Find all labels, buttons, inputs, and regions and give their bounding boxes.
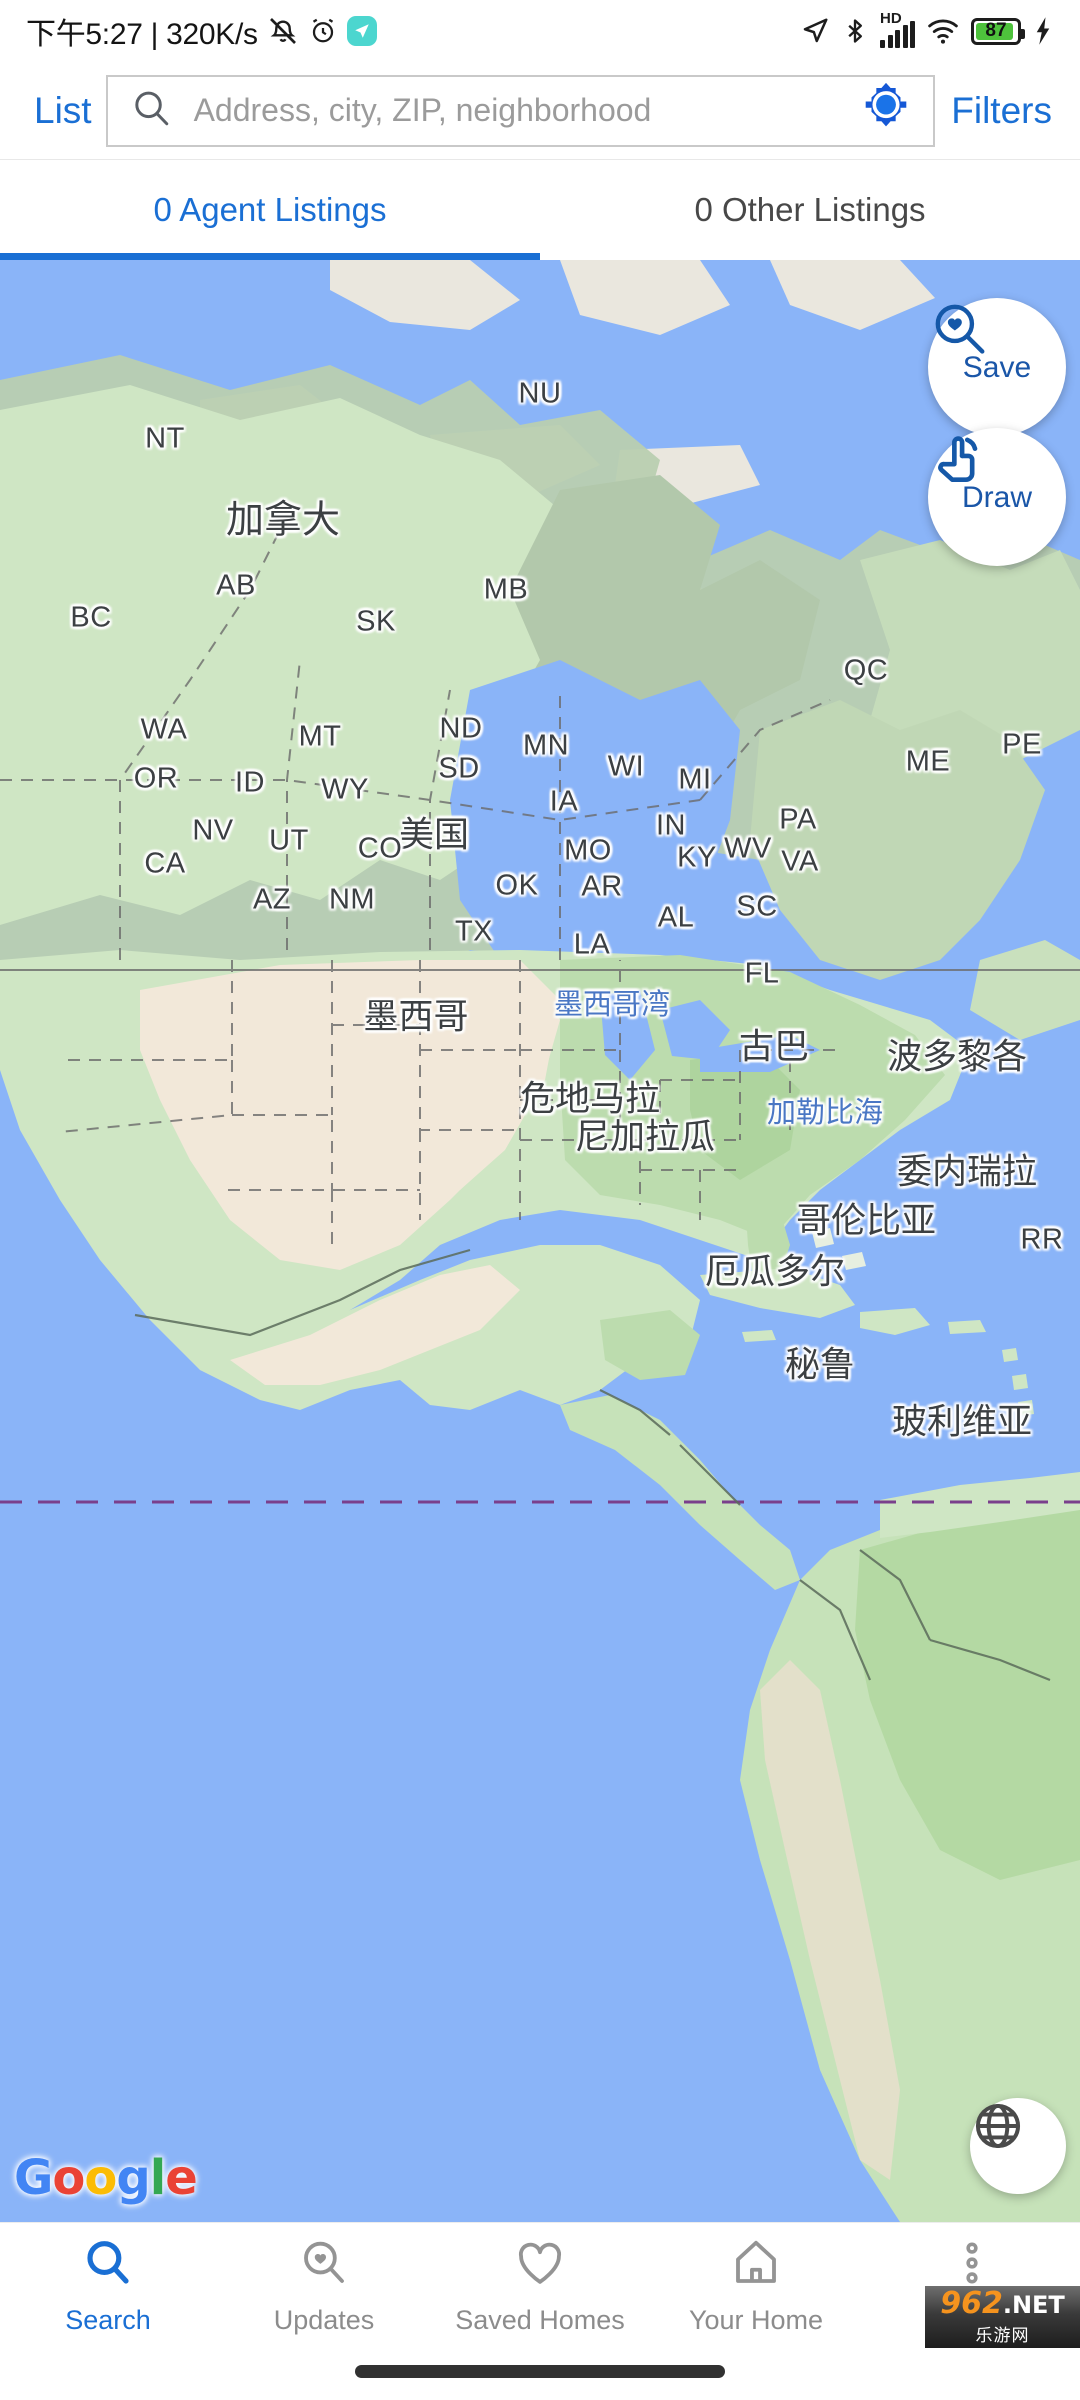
app-root: 下午5:27 | 320K/s HD 87 List Address, city…	[0, 0, 1080, 2400]
nav-label-your-home: Your Home	[688, 2305, 824, 2335]
search-header: List Address, city, ZIP, neighborhood Fi…	[0, 62, 1080, 159]
status-time: 下午5:27 | 320K/s	[26, 18, 258, 51]
map-canvas[interactable]: NU NT 加拿大 AB MB BC SK QC WA MT ND PE MN ME OR ID SD WI MI W…	[0, 260, 1080, 2222]
site-watermark: 962.NET 乐游网	[925, 2286, 1080, 2348]
tab-other-listings[interactable]: 0 Other Listings	[540, 160, 1080, 260]
gesture-bar[interactable]	[355, 2365, 725, 2378]
map-geometry	[0, 260, 1080, 2222]
search-input[interactable]: Address, city, ZIP, neighborhood	[194, 92, 848, 129]
home-icon	[729, 2233, 783, 2293]
hd-label: HD	[880, 10, 902, 27]
save-map-button[interactable]: Save	[928, 298, 1066, 436]
signal-bars-icon: HD	[880, 10, 915, 48]
heart-icon	[513, 2233, 567, 2293]
filters-button[interactable]: Filters	[935, 90, 1080, 132]
wifi-icon	[926, 16, 960, 46]
listing-tabs: 0 Agent Listings 0 Other Listings	[0, 159, 1080, 260]
map-type-globe-button[interactable]	[970, 2098, 1066, 2194]
nav-label-updates: Updates	[273, 2305, 375, 2335]
nav-item-saved-homes[interactable]: Saved Homes	[432, 2233, 648, 2336]
nav-item-updates[interactable]: Updates	[216, 2233, 432, 2336]
draw-map-button[interactable]: Draw	[928, 428, 1066, 566]
watermark-suffix: .NET	[1002, 2290, 1065, 2319]
watermark-subtext: 乐游网	[975, 2325, 1030, 2345]
bluetooth-icon	[841, 16, 869, 46]
status-bar: 下午5:27 | 320K/s HD 87	[0, 0, 1080, 62]
nav-label-search: Search	[65, 2305, 151, 2335]
nav-label-saved-homes: Saved Homes	[455, 2305, 625, 2335]
mute-icon	[267, 15, 299, 47]
google-logo: Google	[14, 2150, 198, 2206]
more-dots-icon	[945, 2233, 999, 2293]
bottom-navigation: Search Updates Saved Homes Your Home	[0, 2222, 1080, 2362]
location-arrow-icon	[800, 16, 830, 46]
battery-percent: 87	[985, 20, 1007, 41]
nav-item-your-home[interactable]: Your Home	[648, 2233, 864, 2336]
charging-bolt-icon	[1032, 16, 1054, 46]
tab-agent-listings[interactable]: 0 Agent Listings	[0, 160, 540, 260]
status-bar-left: 下午5:27 | 320K/s	[26, 9, 377, 53]
navigation-chip-icon	[346, 16, 377, 46]
nav-item-search[interactable]: Search	[0, 2233, 216, 2336]
alarm-icon	[308, 16, 338, 46]
battery-icon: 87	[971, 17, 1025, 45]
search-icon	[81, 2233, 135, 2293]
magnifier-heart-icon	[297, 2233, 351, 2293]
current-location-icon[interactable]	[857, 79, 915, 142]
search-box[interactable]: Address, city, ZIP, neighborhood	[105, 74, 936, 147]
status-bar-right: HD 87	[800, 10, 1054, 48]
list-button[interactable]: List	[0, 90, 106, 132]
watermark-text: 962	[940, 2285, 1003, 2321]
search-icon	[130, 87, 172, 134]
